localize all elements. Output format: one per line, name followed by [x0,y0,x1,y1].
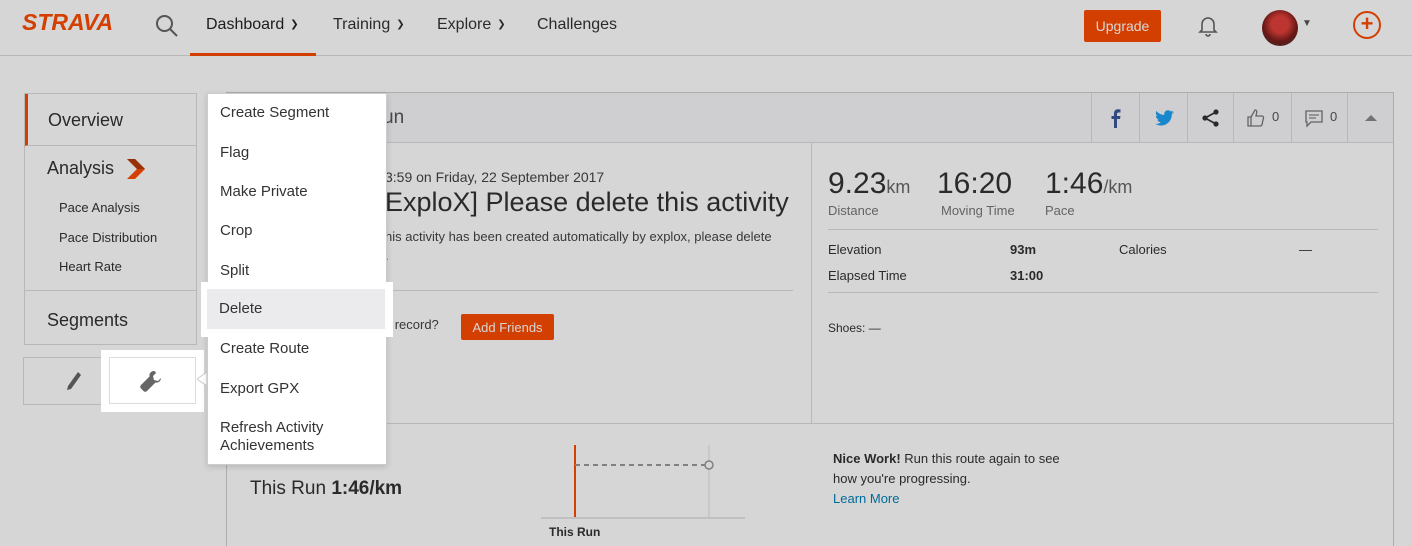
description-line: his activity has been created automatica… [385,229,772,244]
distance-label: Distance [828,203,879,218]
menu-item-delete[interactable]: Delete [207,289,385,329]
caret-left-icon [197,372,207,386]
summit-chevron-icon [127,159,146,180]
pencil-icon[interactable] [64,370,84,392]
bell-icon[interactable] [1196,13,1220,37]
chevron-down-icon: ❯ [290,19,299,30]
distance-value: 9.23 [828,167,887,200]
nav-dashboard[interactable]: Dashboard ❯ [190,0,316,56]
facebook-share-button[interactable] [1091,93,1139,143]
facebook-icon [1111,109,1121,128]
sidebar-item-analysis-label: Analysis [47,158,115,178]
calories-label: Calories [1119,242,1167,257]
more-stats-table: Elevation 93m Calories — Elapsed Time 31… [828,229,1378,293]
sidebar-item-heart-rate[interactable]: Heart Rate [59,259,122,274]
pace-unit: /km [1103,177,1133,197]
search-icon[interactable] [154,13,180,39]
twitter-icon [1155,110,1174,126]
chevron-down-icon: ❯ [396,19,405,30]
menu-item-flag[interactable]: Flag [208,144,386,161]
comments-button[interactable]: 0 [1291,93,1347,143]
elapsed-time-value: 31:00 [1010,268,1044,283]
twitter-share-button[interactable] [1139,93,1187,143]
section-divider [227,423,1393,424]
sidebar-divider [25,290,196,291]
route-comparison-chart: This Run [541,445,745,539]
share-icon [1202,109,1219,127]
this-run-pace: This Run 1:46/km [250,478,402,500]
moving-time-value: 16:20 [937,167,1013,200]
collapse-button[interactable] [1347,93,1393,143]
menu-item-export-gpx[interactable]: Export GPX [208,380,386,397]
nav-challenges[interactable]: Challenges [537,0,617,56]
actions-button-highlight[interactable] [101,350,204,412]
actions-dropdown-menu: Create Segment Flag Make Private Crop Sp… [207,93,387,465]
upgrade-button[interactable]: Upgrade [1084,10,1161,42]
nav-training-label: Training [333,16,391,34]
chart-x-label: This Run [549,525,600,539]
chevron-down-icon: ❯ [497,19,506,30]
share-button[interactable] [1187,93,1233,143]
nav-explore-label: Explore [437,16,492,34]
next-run-marker [704,460,714,470]
sidebar-item-overview[interactable]: Overview [25,94,196,146]
nice-work-message: Nice Work! Run this route again to see h… [833,449,1083,509]
kudos-button[interactable]: 0 [1233,93,1291,143]
stats-panel: 9.23km Distance 16:20 Moving Time 1:46/k… [811,143,1393,423]
top-navigation-bar: STRAVA Dashboard ❯ Training ❯ Explore ❯ Cha… [0,0,1412,56]
nav-challenges-label: Challenges [537,16,618,33]
sidebar-item-pace-analysis[interactable]: Pace Analysis [59,200,140,215]
nice-work-heading: Nice Work! [833,451,901,466]
elapsed-time-label: Elapsed Time [828,268,907,283]
wrench-icon[interactable] [139,369,163,393]
sidebar-item-segments[interactable]: Segments [47,310,128,331]
add-friends-button[interactable]: Add Friends [461,314,554,340]
this-run-label: This Run [250,478,327,499]
caret-up-icon [1365,115,1377,121]
activity-description: his activity has been created automatica… [385,227,795,265]
distance-unit: km [886,177,911,197]
activity-sidebar: Overview Analysis Pace Analysis Pace Dis… [24,93,197,345]
menu-item-create-route[interactable]: Create Route [208,340,386,357]
distance-stat: 9.23km [828,167,910,201]
moving-time-label: Moving Time [941,203,1015,218]
activity-header: un 0 0 [227,93,1393,143]
menu-item-crop[interactable]: Crop [208,222,386,239]
calories-value: — [1299,242,1312,257]
comment-icon [1305,110,1323,128]
sidebar-item-analysis[interactable]: Analysis [47,158,146,180]
learn-more-link[interactable]: Learn More [833,489,1083,509]
friends-question: 't record? [385,317,439,332]
nav-explore[interactable]: Explore ❯ [437,0,506,56]
comments-count: 0 [1330,109,1338,124]
this-run-pace-value: 1:46/km [331,478,403,499]
activity-panel: un 0 0 3:59 on Friday, 22 September 2017… [226,92,1394,546]
moving-time-stat: 16:20 [937,167,1012,201]
pace-value: 1:46 [1045,167,1104,200]
nav-training[interactable]: Training ❯ [333,0,405,56]
strava-logo[interactable]: STRAVA [22,9,113,36]
menu-item-create-segment[interactable]: Create Segment [208,104,386,121]
activity-date: 3:59 on Friday, 22 September 2017 [385,169,605,185]
plus-icon[interactable]: + [1353,11,1381,39]
elevation-label: Elevation [828,242,882,257]
avatar[interactable] [1262,10,1298,46]
delete-highlight: Delete [201,282,393,337]
shoes-info: Shoes: — [828,321,881,335]
description-line: . [385,246,795,265]
kudos-count: 0 [1272,109,1280,124]
sidebar-item-pace-distribution[interactable]: Pace Distribution [59,230,157,245]
nav-dashboard-label: Dashboard [206,16,285,34]
menu-item-refresh-achievements[interactable]: Refresh Activity Achievements [208,419,338,455]
thumbs-up-icon [1247,109,1265,127]
menu-item-split[interactable]: Split [208,262,386,279]
pace-label: Pace [1045,203,1075,218]
elevation-value: 93m [1010,242,1037,257]
chevron-down-icon[interactable]: ▼ [1302,18,1312,29]
activity-title[interactable]: ExploX] Please delete this activity [385,187,789,218]
pace-stat: 1:46/km [1045,167,1132,201]
menu-item-make-private[interactable]: Make Private [208,183,386,200]
